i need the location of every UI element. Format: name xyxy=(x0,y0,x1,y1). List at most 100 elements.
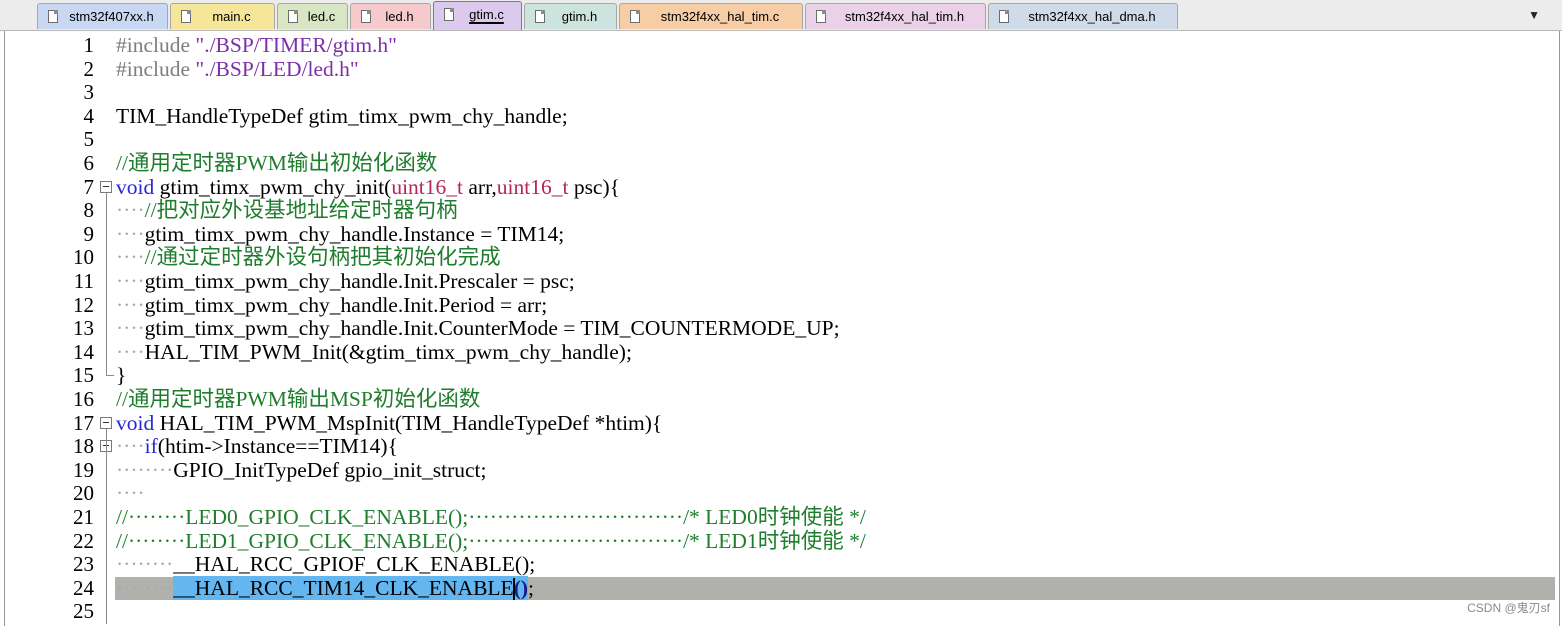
line-number: 19 xyxy=(73,457,94,482)
code-token: ···· xyxy=(116,221,145,246)
fold-collapse-icon[interactable] xyxy=(100,180,112,193)
code-line[interactable]: ···· xyxy=(116,482,145,505)
code-token: ···· xyxy=(116,198,145,223)
code-token: void xyxy=(116,174,155,199)
tab-label: stm32f4xx_hal_tim.c xyxy=(660,9,780,24)
code-token: ···· xyxy=(116,316,145,341)
code-editor[interactable]: 1 #include "./BSP/TIMER/gtim.h" 2 #include … xyxy=(4,31,1560,626)
line-number: 17 xyxy=(73,410,94,435)
tab-label: stm32f407xx.h xyxy=(69,9,154,24)
code-token: HAL_TIM_PWM_Init(&gtim_timx_pwm_chy_hand… xyxy=(144,339,632,364)
line-number: 15 xyxy=(73,363,94,388)
code-token: (htim->Instance==TIM14){ xyxy=(157,434,398,459)
code-token: TIM_HandleTypeDef gtim_timx_pwm_chy_hand… xyxy=(116,103,568,128)
code-token: ···· xyxy=(116,434,145,459)
tab-stm32f407xx-h[interactable]: stm32f407xx.h xyxy=(37,3,168,29)
fold-collapse-icon[interactable] xyxy=(100,416,112,429)
code-line[interactable]: //通用定时器PWM输出初始化函数 xyxy=(116,152,437,175)
code-line[interactable]: //通用定时器PWM输出MSP初始化函数 xyxy=(116,388,480,411)
line-number: 25 xyxy=(73,599,94,624)
tab-gtim-h[interactable]: gtim.h xyxy=(524,3,617,29)
tab-label: gtim.h xyxy=(561,9,598,24)
code-token: gtim_timx_pwm_chy_handle.Init.Prescaler … xyxy=(144,269,575,293)
code-token: ···· xyxy=(116,292,145,317)
code-token: void xyxy=(116,410,155,435)
code-line[interactable]: //········LED0_GPIO_CLK_ENABLE();·······… xyxy=(116,506,866,529)
tab-gtim-c[interactable]: gtim.c xyxy=(433,1,522,30)
code-line[interactable]: ····//通过定时器外设句柄把其初始化完成 xyxy=(116,246,501,269)
tab-led-h[interactable]: led.h xyxy=(350,3,431,29)
code-line[interactable]: //········LED1_GPIO_CLK_ENABLE();·······… xyxy=(116,528,866,553)
line-number: 11 xyxy=(73,269,94,293)
tab-stm32f4xx-hal-tim-c[interactable]: stm32f4xx_hal_tim.c xyxy=(619,3,803,29)
code-token: } xyxy=(116,363,127,388)
fold-end-marker xyxy=(106,366,114,377)
code-line[interactable]: ····HAL_TIM_PWM_Init(&gtim_timx_pwm_chy_… xyxy=(116,339,632,364)
code-line[interactable]: ····gtim_timx_pwm_chy_handle.Instance = … xyxy=(116,221,565,246)
code-token: //········LED1_GPIO_CLK_ENABLE();·······… xyxy=(116,528,866,553)
code-token: ········ xyxy=(116,575,174,600)
code-token: arr, xyxy=(463,174,497,199)
code-line[interactable]: #include "./BSP/TIMER/gtim.h" xyxy=(116,34,397,57)
line-number: 9 xyxy=(83,221,95,246)
line-number: 22 xyxy=(73,528,94,553)
line-number: 4 xyxy=(83,103,95,128)
code-line[interactable]: void gtim_timx_pwm_chy_init(uint16_t arr… xyxy=(116,174,620,199)
tab-label: led.c xyxy=(307,9,336,24)
code-line[interactable]: ····gtim_timx_pwm_chy_handle.Init.Counte… xyxy=(116,317,840,340)
tab-stm32f4xx-hal-tim-h[interactable]: stm32f4xx_hal_tim.h xyxy=(805,3,986,29)
code-token: #include xyxy=(116,33,196,57)
fold-guide-line xyxy=(106,452,107,624)
tab-label: stm32f4xx_hal_dma.h xyxy=(1028,9,1156,24)
line-number: 3 xyxy=(83,80,95,105)
line-number: 10 xyxy=(73,245,94,270)
tab-label: stm32f4xx_hal_tim.h xyxy=(844,9,965,24)
code-token: __HAL_RCC_GPIOF_CLK_ENABLE(); xyxy=(173,552,536,577)
code-line[interactable]: ········__HAL_RCC_TIM14_CLK_ENABLE(); xyxy=(116,575,534,600)
code-token: #include xyxy=(116,56,196,81)
code-line[interactable]: #include "./BSP/LED/led.h" xyxy=(116,56,359,81)
code-token: ···· xyxy=(116,245,145,270)
code-line[interactable]: ····//把对应外设基地址给定时器句柄 xyxy=(116,199,458,222)
tab-led-c[interactable]: led.c xyxy=(277,3,348,29)
code-token: GPIO_InitTypeDef gpio_init_struct; xyxy=(173,457,487,482)
code-token: //通用定时器PWM输出初始化函数 xyxy=(116,151,438,175)
line-number: 14 xyxy=(73,339,94,364)
code-token: uint16_t xyxy=(496,174,569,199)
watermark: CSDN @鬼刃sf xyxy=(1467,601,1550,615)
code-line[interactable]: void HAL_TIM_PWM_MspInit(TIM_HandleTypeD… xyxy=(116,410,662,435)
code-line[interactable]: ········GPIO_InitTypeDef gpio_init_struc… xyxy=(116,457,487,482)
tab-label: gtim.c xyxy=(469,7,504,22)
line-number: 7 xyxy=(83,174,95,199)
code-token: if xyxy=(144,434,158,459)
code-token: uint16_t xyxy=(391,174,463,199)
code-token: ···· xyxy=(116,481,145,506)
code-line[interactable]: ····gtim_timx_pwm_chy_handle.Init.Period… xyxy=(116,292,548,317)
code-token: //通用定时器PWM输出MSP初始化函数 xyxy=(116,387,481,411)
tab-stm32f4xx-hal-dma-h[interactable]: stm32f4xx_hal_dma.h xyxy=(988,3,1178,29)
code-line[interactable]: ····gtim_timx_pwm_chy_handle.Init.Presca… xyxy=(116,270,575,293)
code-line[interactable]: ········__HAL_RCC_GPIOF_CLK_ENABLE(); xyxy=(116,553,535,576)
code-token: gtim_timx_pwm_chy_handle.Init.Period = a… xyxy=(144,292,548,317)
tab-label: main.c xyxy=(212,9,251,24)
code-token: //········LED0_GPIO_CLK_ENABLE();·······… xyxy=(116,505,866,529)
code-line[interactable]: } xyxy=(116,364,126,387)
line-number: 21 xyxy=(73,505,94,529)
code-token: ········ xyxy=(116,552,174,577)
tab-main-c[interactable]: main.c xyxy=(170,3,275,29)
code-token: gtim_timx_pwm_chy_handle.Instance = TIM1… xyxy=(144,221,565,246)
code-token: gtim_timx_pwm_chy_init( xyxy=(154,174,392,199)
line-number: 20 xyxy=(73,481,94,506)
code-line[interactable]: TIM_HandleTypeDef gtim_timx_pwm_chy_hand… xyxy=(116,103,568,128)
code-token: gtim_timx_pwm_chy_handle.Init.CounterMod… xyxy=(144,316,840,341)
code-token: () xyxy=(513,575,529,600)
line-number: 8 xyxy=(83,198,95,223)
code-token: ···· xyxy=(116,269,145,293)
line-number: 2 xyxy=(83,56,95,81)
editor-tab-bar: stm32f407xx.h main.c led.c led.h gtim.c gtim.… xyxy=(0,0,1562,31)
tab-list-dropdown-icon[interactable]: ▼ xyxy=(1528,6,1540,24)
fold-guide-line xyxy=(106,192,107,367)
code-token: ···· xyxy=(116,339,145,364)
code-token: //把对应外设基地址给定时器句柄 xyxy=(144,198,458,223)
code-line[interactable]: ····if(htim->Instance==TIM14){ xyxy=(116,435,398,458)
